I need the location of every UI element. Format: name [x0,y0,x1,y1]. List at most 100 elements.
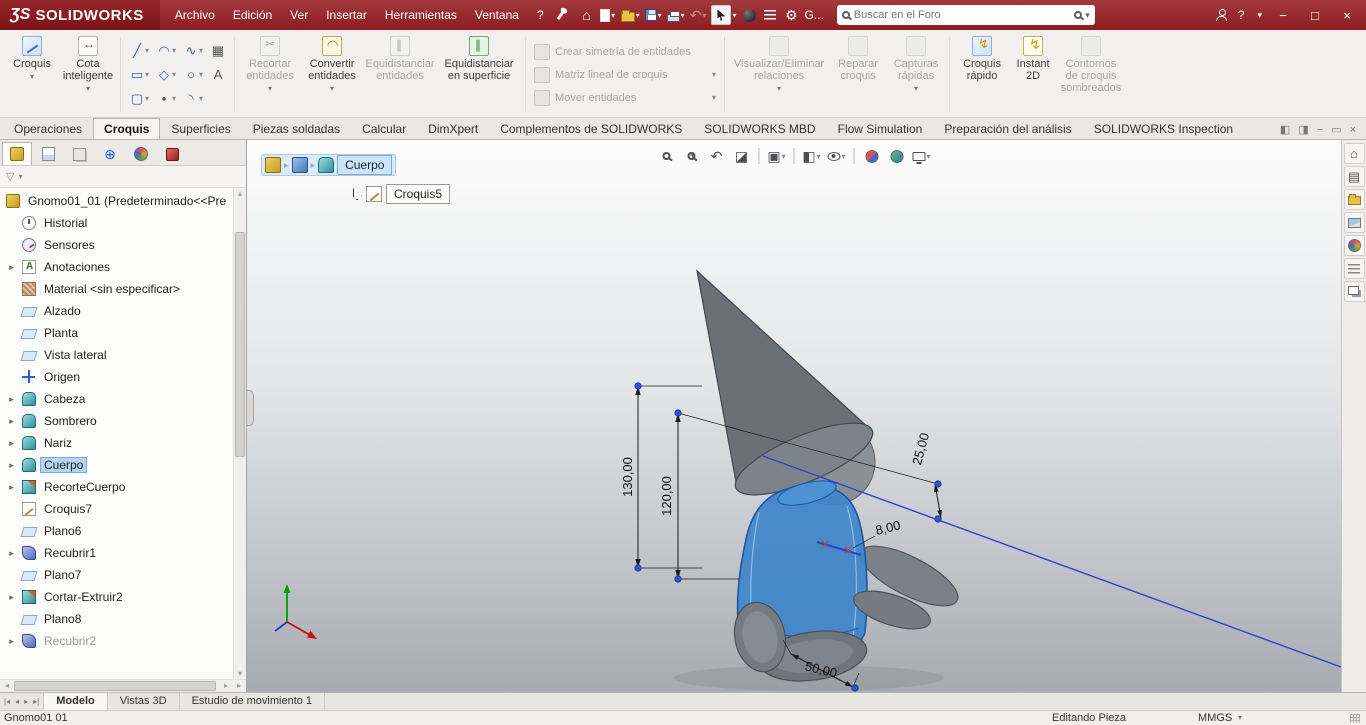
tree-item-anotaciones[interactable]: ▸Anotaciones [0,256,233,278]
breadcrumb-feature-label[interactable]: Cuerpo [337,155,393,175]
tree-item-part-root[interactable]: Gnomo01_01 (Predeterminado<<Pre [0,190,233,212]
save-button[interactable]: ▾ [644,4,663,26]
home-tab-button[interactable]: ⌂ [1343,143,1365,164]
print-button[interactable]: ▾ [666,4,686,26]
tree-item-recubrir2[interactable]: ▸ Recubrir2 [0,630,233,652]
line-tool[interactable]: ╱ ▾ [127,41,151,61]
tree-item-nariz[interactable]: ▸ Nariz [0,432,233,454]
spline-tool[interactable]: ∿ ▾ [181,41,205,61]
tab-flow-simulation[interactable]: Flow Simulation [827,118,934,139]
point-tool[interactable]: • ▾ [154,89,178,109]
appearances-button[interactable] [1343,235,1365,256]
prev-tab-button[interactable]: ◂ [13,697,21,706]
statusbar-grid-icon[interactable] [1350,714,1360,723]
tree-item-plano6[interactable]: Plano6 [0,520,233,542]
menu-archivo[interactable]: Archivo [166,0,224,30]
search-input[interactable] [849,9,1075,21]
polygon-tool[interactable]: ◇ ▾ [154,65,178,85]
sketch-button[interactable]: Croquis ▾ [4,33,60,116]
tree-item-cuerpo[interactable]: ▸ Cuerpo [0,454,233,476]
options-button[interactable]: ⚙ [782,4,800,26]
maximize-window-button[interactable]: □ [1304,8,1326,23]
help-dropdown[interactable]: ▾ [1257,10,1262,21]
dimension-25[interactable]: 25,00 [909,431,942,519]
g-menu-button[interactable]: G... [803,4,824,26]
search-submit-icon[interactable] [1074,11,1083,19]
menu-ventana[interactable]: Ventana [466,0,528,30]
pin-menu-button[interactable] [556,10,564,20]
tab-calcular[interactable]: Calcular [351,118,417,139]
tree-item-alzado[interactable]: Alzado [0,300,233,322]
tab-piezas-soldadas[interactable]: Piezas soldadas [242,118,351,139]
pane-left-icon[interactable]: ◧ [1280,123,1290,136]
tab-solidworks-inspection[interactable]: SOLIDWORKS Inspection [1083,118,1244,139]
arc-tool[interactable]: ◠ ▾ [154,41,178,61]
breadcrumb-body-icon[interactable] [291,157,308,173]
tab-estudio-movimiento[interactable]: Estudio de movimiento 1 [180,693,326,710]
help-button[interactable]: ? [1238,8,1245,22]
model-canvas[interactable]: 130,00 120,00 25,00 8,00 50,00 [247,140,1341,692]
record-sphere-button[interactable] [740,4,758,26]
file-explorer-button[interactable] [1343,189,1365,210]
tree-item-plano8[interactable]: Plano8 [0,608,233,630]
tab-cam[interactable] [157,142,187,165]
tree-item-recubrir1[interactable]: ▸ Recubrir1 [0,542,233,564]
units-dropdown[interactable]: ▾ [1238,713,1242,722]
tree-item-cortar-extruir2[interactable]: ▸ Cortar-Extruir2 [0,586,233,608]
doc-close-button[interactable]: × [1350,124,1356,136]
text-tool[interactable]: A [208,65,228,85]
close-window-button[interactable]: × [1336,8,1358,23]
scrollbar-thumb[interactable] [235,232,245,457]
trim-entities-button[interactable]: Recortar entidades ▾ [239,33,301,116]
tree-item-sensores[interactable]: Sensores [0,234,233,256]
graphics-area[interactable]: 130,00 120,00 25,00 8,00 50,00 ▸ ▸ Cuerp… [247,140,1341,692]
menu-ver[interactable]: Ver [281,0,317,30]
tree-horizontal-scrollbar[interactable]: ◂ ▸ ▸ [0,679,246,692]
smart-dimension-button[interactable]: Cota inteligente ▾ [60,33,116,116]
list-button[interactable] [761,4,779,26]
three-point-arc-tool[interactable]: ◝ ▾ [181,89,205,109]
forum-button[interactable] [1343,281,1365,302]
convert-entities-button[interactable]: Convertir entidades ▾ [301,33,363,116]
tab-propertymanager[interactable] [33,142,63,165]
tree-item-vista-lateral[interactable]: Vista lateral [0,344,233,366]
tree-item-cabeza[interactable]: ▸ Cabeza [0,388,233,410]
tab-featuremanager[interactable] [2,142,32,165]
panel-splitter-handle[interactable] [247,390,254,426]
instant-2d-button[interactable]: Instant 2D [1010,33,1056,116]
menu-insertar[interactable]: Insertar [317,0,376,30]
tree-item-sombrero[interactable]: ▸ Sombrero [0,410,233,432]
tab-displaymanager[interactable] [126,142,156,165]
offset-entities-button[interactable]: Equidistanciar entidades [363,33,437,116]
apply-scene-button[interactable] [887,146,907,166]
display-delete-relations-button[interactable]: Visualizar/Eliminar relaciones ▾ [729,33,829,116]
tab-croquis[interactable]: Croquis [93,118,161,139]
sketch-item-icon[interactable] [366,186,382,202]
menu-edicion[interactable]: Edición [224,0,281,30]
offset-on-surface-button[interactable]: Equidistanciar en superficie [437,33,521,116]
first-tab-button[interactable]: |◂ [2,697,12,706]
sketch-pattern-tool[interactable]: ▦ [208,41,228,61]
select-tool-button[interactable]: ▾ [710,4,737,26]
next-tab-button[interactable]: ▸ [22,697,30,706]
move-entities-button[interactable]: Mover entidades ▾ [534,89,716,106]
tree-item-recortecuerpo[interactable]: ▸ RecorteCuerpo [0,476,233,498]
breadcrumb-sketch-label[interactable]: Croquis5 [386,184,451,204]
tree-item-croquis7[interactable]: Croquis7 [0,498,233,520]
zoom-area-button[interactable] [682,146,702,166]
view-orientation-button[interactable]: ▣ ▾ [767,146,787,166]
tree-item-historial[interactable]: Historial [0,212,233,234]
new-document-button[interactable]: ▾ [599,4,617,26]
scrollbar-thumb[interactable] [14,681,216,691]
last-tab-button[interactable]: ▸| [31,697,41,706]
tree-vertical-scrollbar[interactable]: ▴ ▾ [233,188,246,679]
hide-show-items-button[interactable]: ▾ [827,146,847,166]
zoom-fit-button[interactable] [657,146,677,166]
custom-properties-button[interactable] [1343,258,1365,279]
search-scope-dropdown[interactable]: ▾ [1085,10,1090,21]
tab-superficies[interactable]: Superficies [160,118,241,139]
breadcrumb-feature-icon[interactable] [318,157,335,173]
breadcrumb-part-icon[interactable] [265,157,281,173]
tab-dimxpert[interactable]: DimXpert [417,118,489,139]
display-style-button[interactable]: ◧ ▾ [802,146,822,166]
